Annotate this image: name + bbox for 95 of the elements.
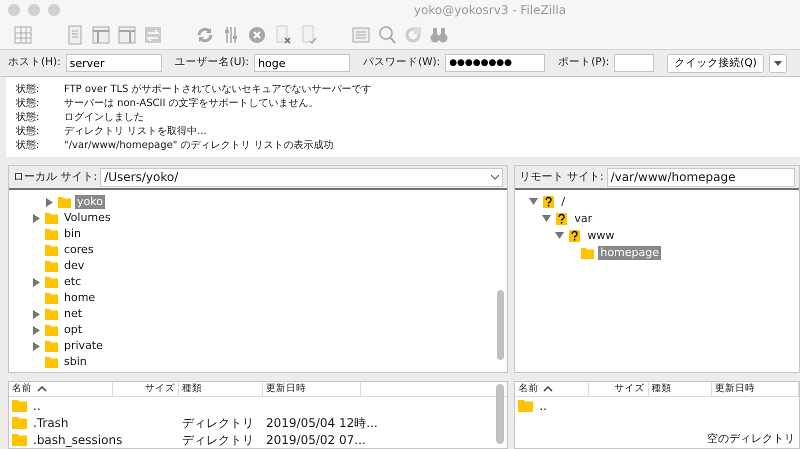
collapsed-arrow-icon[interactable] bbox=[45, 198, 54, 207]
folder-icon bbox=[45, 228, 58, 240]
tree-item[interactable]: opt bbox=[62, 323, 84, 338]
column-header[interactable]: サイズ bbox=[113, 382, 179, 396]
column-header[interactable]: サイズ bbox=[588, 382, 649, 396]
log-message: ディレクトリ リストを取得中... bbox=[64, 124, 207, 139]
column-header[interactable]: 名前 bbox=[515, 382, 589, 396]
folder-icon bbox=[12, 433, 27, 446]
tree-item[interactable]: www bbox=[585, 228, 616, 243]
collapsed-arrow-icon[interactable] bbox=[32, 278, 41, 287]
column-header[interactable]: 種類 bbox=[179, 382, 263, 396]
folder-icon bbox=[45, 276, 58, 288]
tree-item[interactable]: cores bbox=[62, 243, 96, 258]
input-field[interactable]: hoge bbox=[254, 54, 350, 72]
scrollbar-thumb[interactable] bbox=[497, 290, 504, 360]
field-label: ホスト(H): bbox=[8, 55, 61, 70]
tree-item[interactable]: / bbox=[559, 194, 568, 209]
window-panel-icon[interactable] bbox=[116, 24, 138, 46]
folder-icon bbox=[45, 244, 58, 256]
field-label: ユーザー名(U): bbox=[174, 55, 250, 70]
tree-item[interactable]: dev bbox=[62, 259, 86, 274]
folder-icon bbox=[45, 356, 58, 368]
question-mark-icon bbox=[568, 230, 582, 242]
window-control-icon[interactable] bbox=[8, 4, 20, 16]
folder-icon bbox=[45, 212, 58, 224]
log-label: 状態: bbox=[16, 124, 40, 139]
tree-item[interactable]: net bbox=[62, 307, 84, 322]
input-field[interactable]: ●●●●●●●● bbox=[445, 54, 546, 72]
file-date: 2019/05/04 12時... bbox=[266, 414, 378, 432]
log-label: 状態: bbox=[16, 96, 40, 111]
folder-icon bbox=[58, 196, 71, 208]
expanded-arrow-icon[interactable] bbox=[529, 197, 538, 206]
folder-icon bbox=[45, 308, 58, 320]
folder-icon bbox=[45, 260, 58, 272]
expanded-arrow-icon[interactable] bbox=[555, 231, 564, 240]
file-date: 2019/05/02 07... bbox=[266, 432, 366, 448]
folder-icon bbox=[45, 340, 58, 352]
log-message: FTP over TLS がサポートされていないセキュアでないサーバーです bbox=[64, 82, 372, 97]
grid-icon[interactable] bbox=[12, 24, 34, 46]
chevron-icon bbox=[491, 174, 500, 180]
file-type: ディレクトリ bbox=[182, 414, 254, 432]
window-title: yoko@yokosrv3 - FileZilla bbox=[414, 2, 566, 17]
column-header[interactable]: 種類 bbox=[648, 382, 712, 396]
folder-icon bbox=[12, 399, 27, 412]
log-label: 状態: bbox=[16, 110, 40, 125]
path-field[interactable]: /Users/yoko/ bbox=[100, 168, 504, 187]
sort-ascending-icon bbox=[543, 386, 554, 392]
tree-item[interactable]: private bbox=[62, 339, 105, 354]
log-message: "/var/www/homepage" のディレクトリ リストの表示成功 bbox=[64, 138, 334, 153]
window-control-icon[interactable] bbox=[28, 4, 40, 16]
input-field[interactable]: server bbox=[66, 54, 162, 72]
column-header[interactable]: 名前 bbox=[9, 382, 113, 396]
folder-icon bbox=[581, 246, 594, 259]
caret-icon bbox=[774, 60, 782, 66]
log-message: ログインしました bbox=[64, 110, 144, 125]
field-label: ポート(P): bbox=[558, 55, 610, 70]
window-control-icon[interactable] bbox=[48, 4, 60, 16]
folder-icon bbox=[518, 399, 534, 412]
tree-item[interactable]: sbin bbox=[62, 355, 89, 370]
question-mark-icon bbox=[542, 196, 556, 208]
site-label: ローカル サイト: bbox=[13, 168, 98, 185]
dropdown-button[interactable] bbox=[768, 54, 787, 73]
file-name[interactable]: .bash_sessions bbox=[33, 430, 122, 448]
file-type: ディレクトリ bbox=[182, 432, 254, 448]
tree-item[interactable]: etc bbox=[62, 275, 84, 290]
log-label: 状態: bbox=[16, 82, 40, 97]
column-header[interactable]: 更新日時 bbox=[263, 382, 361, 396]
tree-item[interactable]: var bbox=[572, 212, 594, 226]
path-field[interactable]: /var/www/homepage bbox=[606, 168, 795, 187]
collapsed-arrow-icon[interactable] bbox=[32, 310, 41, 319]
site-label: リモート サイト: bbox=[519, 168, 604, 185]
folder-icon bbox=[12, 416, 27, 430]
collapsed-arrow-icon[interactable] bbox=[32, 342, 41, 351]
file-name[interactable]: .. bbox=[539, 396, 547, 415]
field-label: パスワード(W): bbox=[363, 55, 440, 70]
question-mark-icon bbox=[555, 212, 568, 225]
column-header[interactable]: 更新日時 bbox=[712, 382, 799, 396]
collapsed-arrow-icon[interactable] bbox=[32, 214, 41, 223]
tree-item[interactable]: bin bbox=[62, 227, 84, 242]
window-panel-icon[interactable] bbox=[90, 24, 112, 46]
expanded-arrow-icon[interactable] bbox=[542, 214, 552, 224]
log-message: サーバーは non-ASCII の文字をサポートしていません。 bbox=[64, 96, 319, 111]
log-label: 状態: bbox=[16, 138, 40, 153]
folder-icon bbox=[45, 324, 58, 336]
quickconnect-button[interactable]: クイック接続(Q) bbox=[667, 54, 764, 73]
tree-item[interactable]: Volumes bbox=[62, 211, 113, 226]
collapsed-arrow-icon[interactable] bbox=[32, 326, 41, 335]
empty-message: 空のディレクトリ bbox=[707, 431, 795, 448]
folder-icon bbox=[45, 292, 58, 304]
tree-item[interactable]: home bbox=[62, 291, 98, 306]
sort-ascending-icon bbox=[37, 386, 47, 392]
scrollbar-thumb[interactable] bbox=[496, 384, 504, 444]
input-field[interactable] bbox=[614, 54, 654, 72]
file-name[interactable]: .. bbox=[33, 396, 41, 415]
file-name[interactable]: .Trash bbox=[33, 414, 69, 432]
